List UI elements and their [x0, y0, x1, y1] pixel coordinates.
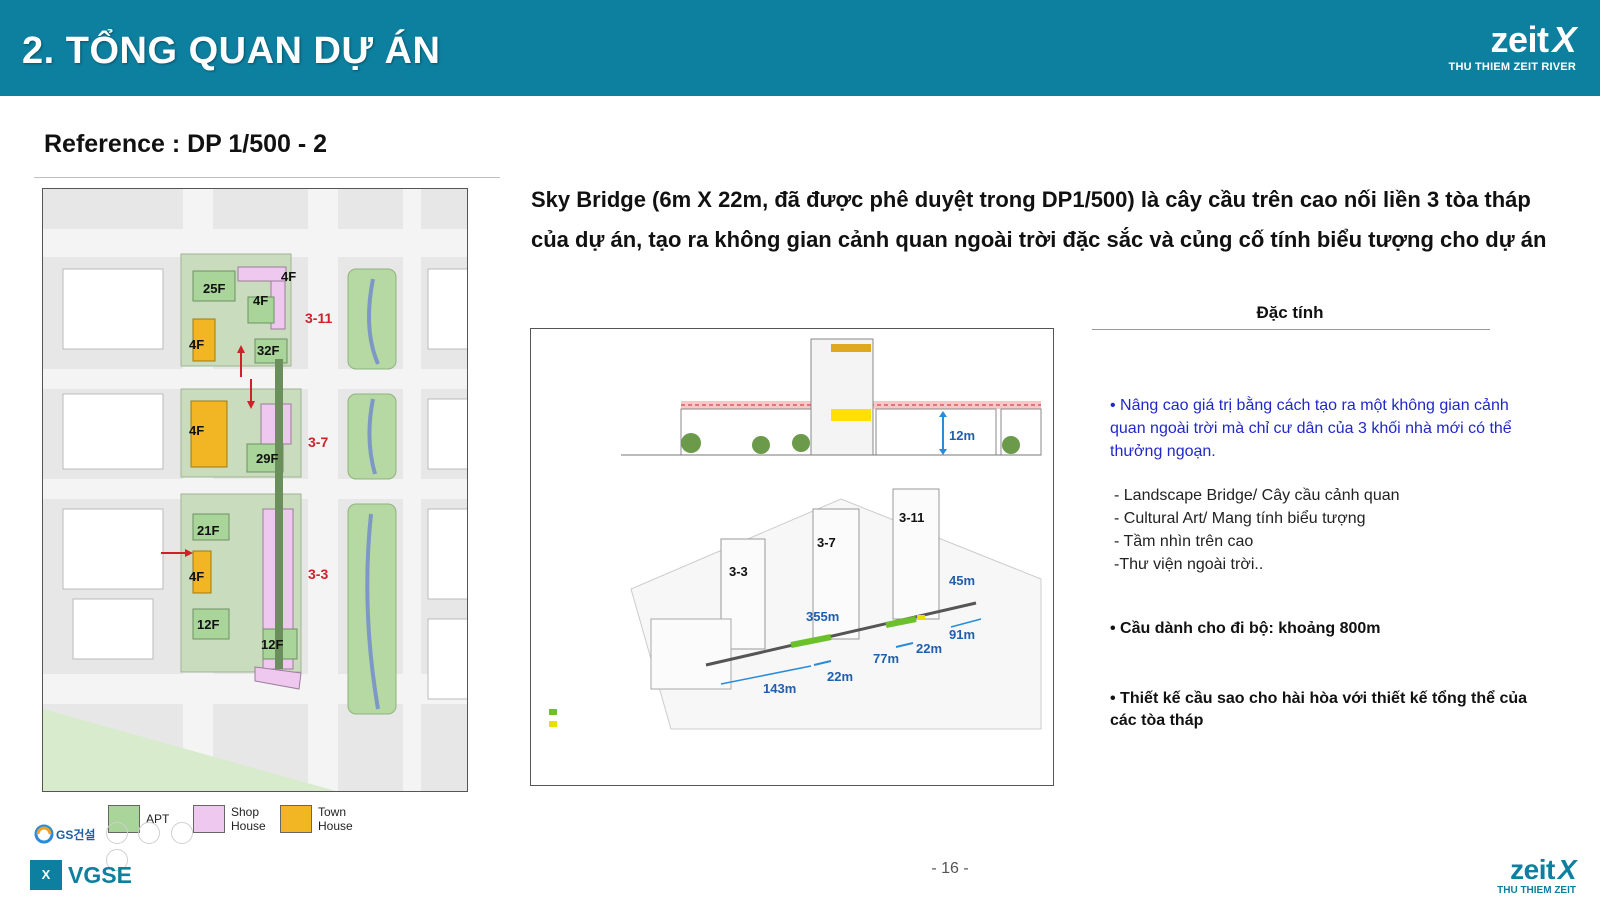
measurement-label: 22m	[827, 669, 853, 684]
properties-title: Đặc tính	[1256, 303, 1324, 322]
tree	[752, 436, 770, 454]
measurement-label: 91m	[949, 627, 975, 642]
shophouse-building	[237, 266, 287, 282]
measurement-label: 77m	[873, 651, 899, 666]
tower-label: 3-11	[899, 510, 924, 525]
block-label: 3-7	[308, 434, 328, 450]
neighbor-block	[427, 618, 467, 700]
neighbor-block	[62, 508, 164, 590]
floor-label: 29F	[256, 451, 278, 466]
certification-icon	[170, 822, 193, 844]
tower-3-11	[892, 488, 940, 620]
sky-bridge-diagram: 12m 3-3 3-7 3-11 45m 355m 91m 22m 77m 22…	[530, 328, 1054, 786]
tower-label: 3-3	[729, 564, 748, 579]
tree	[792, 434, 810, 452]
footer-brand-mark: X	[1557, 854, 1577, 885]
tower-label: 3-7	[817, 535, 836, 550]
neighbor-block	[72, 598, 154, 660]
vgse-logo: X VGSE	[30, 860, 150, 892]
legend-label: Town	[318, 805, 347, 819]
road	[43, 229, 467, 257]
sky-bridge-description: Sky Bridge (6m X 22m, đã được phê duyệt …	[531, 187, 1547, 252]
floor-label: 25F	[203, 281, 225, 296]
properties-list: - Landscape Bridge/ Cây cầu cảnh quan - …	[1114, 484, 1534, 576]
page-title: 2. TỔNG QUAN DỰ ÁN	[22, 30, 441, 72]
certification-icon	[106, 822, 128, 844]
floor-label: 4F	[189, 337, 204, 352]
properties-lead: • Nâng cao giá trị bằng cách tạo ra một …	[1110, 397, 1512, 460]
facility-marker	[917, 615, 925, 620]
list-item: - Landscape Bridge/ Cây cầu cảnh quan	[1114, 487, 1400, 504]
list-item: -Thư viện ngoài trời..	[1114, 556, 1264, 573]
legend-label: House	[318, 819, 353, 833]
reference-title: Reference : DP 1/500 - 2	[44, 130, 328, 158]
brand-logo: zeit X THU THIEM ZEIT RIVER	[1416, 19, 1577, 80]
properties-divider	[1092, 329, 1490, 330]
sky-bridge-path	[275, 359, 283, 669]
floor-label: 32F	[257, 343, 279, 358]
brand-subtitle: THU THIEM ZEIT RIVER	[1448, 61, 1576, 73]
vgse-mark-icon: X	[30, 860, 62, 890]
height-label: 12m	[949, 428, 975, 443]
neighbor-block	[427, 268, 467, 350]
list-item: - Tầm nhìn trên cao	[1114, 533, 1254, 550]
gs-logo: GS건설	[34, 820, 224, 871]
floor-label: 12F	[197, 617, 219, 632]
certification-icon	[138, 822, 161, 844]
site-plan-drawing: 4F 25F 4F 4F 32F 4F 29F 21F 4F 12F 12F 3…	[43, 189, 467, 791]
reference-divider	[34, 177, 500, 178]
floor-label: 4F	[253, 293, 268, 308]
legend-label: House	[231, 819, 266, 833]
tree	[681, 433, 701, 453]
podium	[650, 618, 732, 690]
floor-label: 4F	[189, 569, 204, 584]
legend-label: Shop	[231, 805, 260, 819]
brand-mark: X	[1552, 19, 1576, 60]
block-label: 3-3	[308, 566, 328, 582]
facility-floor	[831, 344, 871, 352]
diagram-legend-swatch	[549, 721, 557, 727]
brand-word: zeit	[1490, 19, 1549, 60]
floor-label: 4F	[189, 423, 204, 438]
road	[43, 369, 467, 389]
diagram-legend-swatch	[549, 709, 557, 715]
neighbor-block	[62, 393, 164, 470]
design-note: • Thiết kế cầu sao cho hài hòa với thiết…	[1110, 690, 1528, 729]
legend-swatch	[280, 805, 312, 833]
sky-bridge-drawing: 12m 3-3 3-7 3-11 45m 355m 91m 22m 77m 22…	[549, 338, 1042, 730]
neighbor-block	[427, 398, 467, 470]
floor-label: 4F	[281, 269, 296, 284]
walkway-length: • Cầu dành cho đi bộ: khoảng 800m	[1110, 620, 1381, 637]
neighbor-block	[427, 508, 467, 600]
footer-brand-subtitle: THU THIEM ZEIT	[1497, 885, 1576, 896]
tree	[1002, 436, 1020, 454]
measurement-label: 143m	[763, 681, 796, 696]
floor-label: 21F	[197, 523, 219, 538]
measurement-label: 355m	[806, 609, 839, 624]
footer-brand-logo: zeit X THU THIEM ZEIT	[1446, 854, 1577, 897]
measurement-label: 22m	[916, 641, 942, 656]
facility-floor	[831, 409, 871, 421]
floor-label: 12F	[261, 637, 283, 652]
site-plan: 4F 25F 4F 4F 32F 4F 29F 21F 4F 12F 12F 3…	[42, 188, 468, 792]
list-item: - Cultural Art/ Mang tính biểu tượng	[1114, 510, 1366, 527]
tower-section	[810, 338, 874, 456]
gs-text: GS건설	[56, 828, 96, 842]
vgse-text: VGSE	[68, 862, 132, 888]
footer-brand-word: zeit	[1510, 854, 1555, 885]
gs-mark-icon	[34, 824, 54, 844]
building-section	[875, 408, 997, 456]
header-bar: 2. TỔNG QUAN DỰ ÁN zeit X THU THIEM ZEIT …	[0, 0, 1600, 96]
neighbor-block	[62, 268, 164, 350]
page-number: - 16 -	[931, 860, 969, 877]
block-label: 3-11	[305, 310, 332, 326]
measurement-label: 45m	[949, 573, 975, 588]
